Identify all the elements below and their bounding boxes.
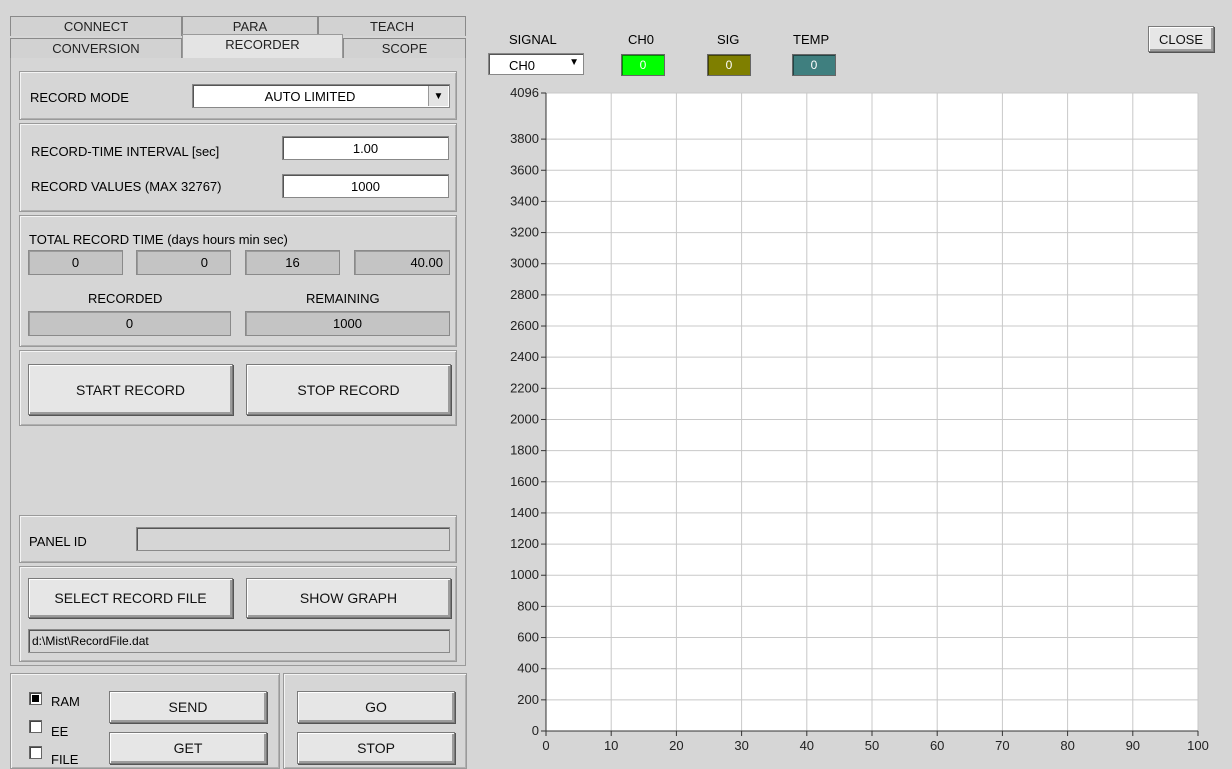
y-tick-label: 1000	[510, 567, 539, 582]
tab-teach[interactable]: TEACH	[318, 16, 466, 36]
y-tick-label: 3600	[510, 162, 539, 177]
x-tick-label: 10	[604, 738, 618, 753]
storage-group: RAM EE FILE SEND GET	[10, 673, 280, 769]
y-tick-label: 1400	[510, 505, 539, 520]
y-tick-label: 400	[517, 661, 539, 676]
y-tick-label: 1200	[510, 536, 539, 551]
record-mode-group: RECORD MODE AUTO LIMITED ▼	[19, 71, 457, 120]
ee-checkbox[interactable]	[29, 720, 42, 733]
record-file-path: d:\Mist\RecordFile.dat	[28, 629, 450, 653]
values-label: RECORD VALUES (MAX 32767)	[31, 179, 222, 194]
x-tick-label: 50	[865, 738, 879, 753]
recorded-label: RECORDED	[88, 291, 163, 306]
x-tick-label: 100	[1187, 738, 1209, 753]
remaining-label: REMAINING	[306, 291, 380, 306]
y-tick-label: 3400	[510, 193, 539, 208]
x-tick-label: 40	[800, 738, 814, 753]
send-button[interactable]: SEND	[109, 691, 267, 723]
run-group: GO STOP	[283, 673, 467, 769]
x-axis: 0 10 20 30 40 50 60 70 80 90 100	[542, 730, 1209, 753]
x-tick-label: 0	[542, 738, 549, 753]
y-tick-label: 2200	[510, 380, 539, 395]
remaining-display: 1000	[245, 311, 450, 336]
scope-chart: 0200400600800100012001400160018002000220…	[510, 85, 1209, 753]
file-label: FILE	[51, 752, 79, 767]
x-tick-label: 20	[669, 738, 683, 753]
chevron-down-icon[interactable]: ▼	[428, 86, 448, 106]
file-checkbox[interactable]	[29, 746, 42, 759]
x-tick-label: 30	[734, 738, 748, 753]
y-tick-label: 2800	[510, 287, 539, 302]
x-tick-label: 60	[930, 738, 944, 753]
y-tick-label: 0	[532, 723, 539, 738]
y-tick-label: 2600	[510, 318, 539, 333]
ee-label: EE	[51, 724, 69, 739]
total-time-label: TOTAL RECORD TIME (days hours min sec)	[29, 232, 288, 247]
scope-panel: SIGNAL CH0 ▼ CH0 0 SIG 0 TEMP 0 CLOSE 02…	[474, 12, 1232, 769]
get-button[interactable]: GET	[109, 732, 267, 764]
record-mode-label: RECORD MODE	[30, 90, 129, 105]
y-tick-label: 200	[517, 692, 539, 707]
tab-conversion[interactable]: CONVERSION	[10, 38, 182, 58]
y-tick-label: 3000	[510, 256, 539, 271]
y-tick-label: 4096	[510, 85, 539, 100]
days-display: 0	[28, 250, 123, 275]
ram-label: RAM	[51, 694, 80, 709]
y-tick-label: 3800	[510, 131, 539, 146]
panel-id-label: PANEL ID	[29, 534, 87, 549]
x-tick-label: 70	[995, 738, 1009, 753]
select-record-file-button[interactable]: SELECT RECORD FILE	[28, 578, 233, 618]
y-tick-label: 800	[517, 598, 539, 613]
seconds-display: 40.00	[354, 250, 450, 275]
tab-para[interactable]: PARA	[182, 16, 318, 36]
y-tick-label: 1600	[510, 474, 539, 489]
timing-group: RECORD-TIME INTERVAL [sec] 1.00 RECORD V…	[19, 123, 457, 212]
record-mode-value: AUTO LIMITED	[264, 89, 356, 104]
y-tick-label: 2000	[510, 411, 539, 426]
start-record-button[interactable]: START RECORD	[28, 364, 233, 415]
go-button[interactable]: GO	[297, 691, 455, 723]
panel-id-group: PANEL ID	[19, 515, 457, 563]
recorded-display: 0	[28, 311, 231, 336]
y-tick-label: 2400	[510, 349, 539, 364]
interval-input[interactable]: 1.00	[282, 136, 449, 160]
tab-connect[interactable]: CONNECT	[10, 16, 182, 36]
record-file-group: SELECT RECORD FILE SHOW GRAPH d:\Mist\Re…	[19, 566, 457, 662]
stop-button[interactable]: STOP	[297, 732, 455, 764]
tab-scope[interactable]: SCOPE	[343, 38, 466, 58]
y-tick-label: 600	[517, 630, 539, 645]
values-input[interactable]: 1000	[282, 174, 449, 198]
x-tick-label: 80	[1060, 738, 1074, 753]
y-tick-label: 1800	[510, 443, 539, 458]
total-time-group: TOTAL RECORD TIME (days hours min sec) 0…	[19, 215, 457, 347]
y-tick-label: 3200	[510, 225, 539, 240]
y-axis: 0 200 400 600 800 1000 1200 1400 1600 1800 2000 220…	[510, 85, 547, 738]
interval-label: RECORD-TIME INTERVAL [sec]	[31, 144, 220, 159]
minutes-display: 16	[245, 250, 340, 275]
hours-display: 0	[136, 250, 231, 275]
record-control-group: START RECORD STOP RECORD	[19, 350, 457, 426]
tab-recorder[interactable]: RECORDER	[182, 34, 343, 58]
stop-record-button[interactable]: STOP RECORD	[246, 364, 451, 415]
ram-checkbox[interactable]	[29, 692, 42, 705]
panel-id-display	[136, 527, 450, 551]
record-mode-select[interactable]: AUTO LIMITED ▼	[192, 84, 450, 108]
x-tick-label: 90	[1126, 738, 1140, 753]
show-graph-button[interactable]: SHOW GRAPH	[246, 578, 451, 618]
